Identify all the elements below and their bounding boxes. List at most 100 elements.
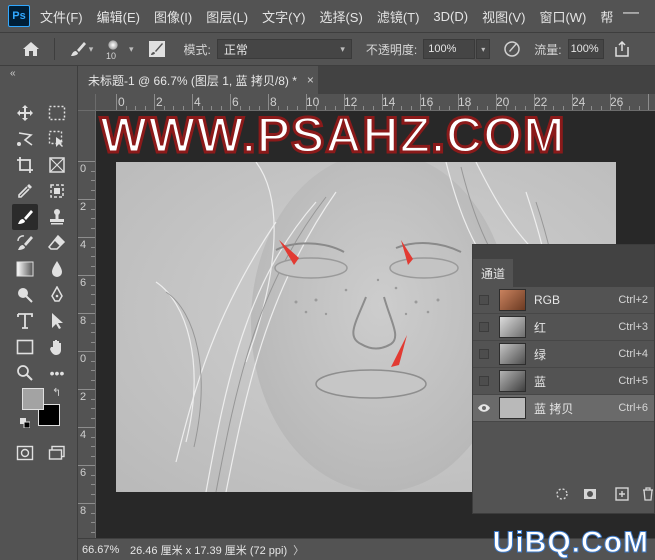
menu-file[interactable]: 文件(F) [40, 7, 83, 26]
tool-preset-picker[interactable]: ▾ [63, 35, 99, 63]
ruler-label: 6 [80, 277, 87, 289]
default-colors-icon[interactable] [20, 418, 30, 428]
ruler-tick [91, 360, 95, 362]
visibility-toggle[interactable] [473, 368, 495, 395]
brush-size-picker[interactable]: 10 [99, 35, 127, 63]
visibility-toggle[interactable] [473, 314, 495, 341]
pen-tool[interactable] [44, 282, 70, 308]
opacity-dropdown[interactable]: ▾ [476, 39, 491, 59]
ruler-tick [91, 512, 95, 514]
frame-tool[interactable] [44, 152, 70, 178]
ruler-tick [78, 237, 95, 238]
chevron-down-icon[interactable]: ▾ [129, 44, 134, 55]
marquee-tool[interactable] [44, 100, 70, 126]
ruler-label: 6 [80, 467, 87, 479]
close-icon[interactable]: × [307, 73, 314, 87]
new-channel-icon[interactable] [615, 487, 629, 501]
mode-select[interactable]: 正常 ▾ [216, 39, 352, 59]
menu-bar: Ps 文件(F) 编辑(E) 图像(I) 图层(L) 文字(Y) 选择(S) 滤… [0, 0, 655, 32]
ruler-tick [91, 493, 95, 495]
arrow-pointer-icon [52, 313, 63, 329]
menu-filter[interactable]: 滤镜(T) [377, 7, 420, 26]
patch-tool[interactable] [44, 178, 70, 204]
channel-row-blue-copy[interactable]: 蓝 拷贝 Ctrl+6 [473, 395, 654, 422]
visibility-toggle[interactable] [473, 341, 495, 368]
eraser-tool[interactable] [44, 230, 70, 256]
minimize-icon[interactable]: — [623, 4, 639, 22]
foreground-color-swatch[interactable] [22, 388, 44, 410]
tab-channels[interactable]: 通道 [473, 259, 513, 287]
move-tool[interactable] [12, 100, 38, 126]
menu-window[interactable]: 窗口(W) [539, 7, 586, 26]
swap-colors-icon[interactable]: ↰ [52, 386, 61, 399]
save-selection-icon[interactable] [583, 487, 597, 501]
brush-tool[interactable] [12, 204, 38, 230]
eyedropper-tool[interactable] [12, 178, 38, 204]
ruler-tick [619, 106, 621, 110]
menu-select[interactable]: 选择(S) [319, 7, 362, 26]
gradient-icon [16, 261, 34, 277]
vertical-ruler[interactable]: 0 2 4 6 8 0 2 4 6 8 [78, 111, 96, 538]
marquee-icon [48, 105, 66, 121]
gradient-tool[interactable] [12, 256, 38, 282]
brush-settings-button[interactable] [144, 36, 170, 62]
crop-tool[interactable] [12, 152, 38, 178]
home-icon [23, 42, 39, 56]
document-tab[interactable]: 未标题-1 @ 66.7% (图层 1, 蓝 拷贝/8) * × [78, 66, 318, 94]
visibility-box [479, 349, 489, 359]
hand-tool[interactable] [44, 334, 70, 360]
rectangle-tool[interactable] [12, 334, 38, 360]
flow-input[interactable]: 100% [567, 39, 604, 59]
channel-row-green[interactable]: 绿 Ctrl+4 [473, 341, 654, 368]
screen-mode-button[interactable] [44, 440, 70, 466]
ruler-label: 0 [80, 163, 87, 175]
menu-3d[interactable]: 3D(D) [433, 9, 468, 24]
ruler-tick [91, 218, 95, 219]
type-tool[interactable] [12, 308, 38, 334]
ruler-tick [91, 484, 95, 485]
quick-mask-button[interactable] [12, 440, 38, 466]
ruler-label: 8 [80, 505, 87, 517]
menu-view[interactable]: 视图(V) [482, 7, 525, 26]
menu-layer[interactable]: 图层(L) [206, 7, 248, 26]
channel-row-red[interactable]: 红 Ctrl+3 [473, 314, 654, 341]
channel-row-blue[interactable]: 蓝 Ctrl+5 [473, 368, 654, 395]
ruler-tick [91, 170, 95, 172]
dodge-tool[interactable] [12, 282, 38, 308]
blur-tool[interactable] [44, 256, 70, 282]
visibility-toggle[interactable] [473, 287, 495, 314]
menu-image[interactable]: 图像(I) [154, 7, 192, 26]
brush-panel-icon [148, 41, 165, 57]
menu-type[interactable]: 文字(Y) [262, 7, 305, 26]
menu-edit[interactable]: 编辑(E) [97, 7, 140, 26]
home-button[interactable] [16, 35, 46, 63]
ruler-origin[interactable] [78, 94, 96, 111]
zoom-level[interactable]: 66.67% [82, 544, 122, 556]
corner-watermark: UiBQ.CoM [492, 526, 649, 560]
more-tools[interactable]: ••• [44, 360, 70, 386]
zoom-tool[interactable] [12, 360, 38, 386]
share-button[interactable] [610, 37, 634, 61]
history-brush-tool[interactable] [12, 230, 38, 256]
channel-thumbnail [499, 397, 526, 419]
channel-name: 蓝 [534, 374, 547, 389]
menu-help[interactable]: 帮 [600, 7, 613, 26]
path-selection-tool[interactable] [44, 308, 70, 334]
flow-label: 流量: [534, 42, 562, 57]
load-selection-icon[interactable] [555, 487, 569, 501]
ruler-label: 2 [80, 201, 87, 213]
stamp-tool[interactable] [44, 204, 70, 230]
trash-icon[interactable] [641, 487, 655, 501]
visibility-toggle[interactable] [473, 395, 495, 422]
collapse-icon[interactable]: « [10, 68, 16, 79]
blur-icon [52, 261, 62, 277]
channel-row-rgb[interactable]: RGB Ctrl+2 [473, 287, 654, 314]
mode-value: 正常 [223, 42, 248, 57]
object-selection-tool[interactable] [44, 126, 70, 152]
pressure-opacity-button[interactable] [500, 37, 524, 61]
opacity-input[interactable]: 100% [423, 39, 476, 59]
chevron-right-icon[interactable]: 〉 [293, 542, 304, 558]
eraser-icon [48, 234, 66, 250]
lasso-tool[interactable] [12, 126, 38, 152]
panel-footer [473, 483, 655, 505]
